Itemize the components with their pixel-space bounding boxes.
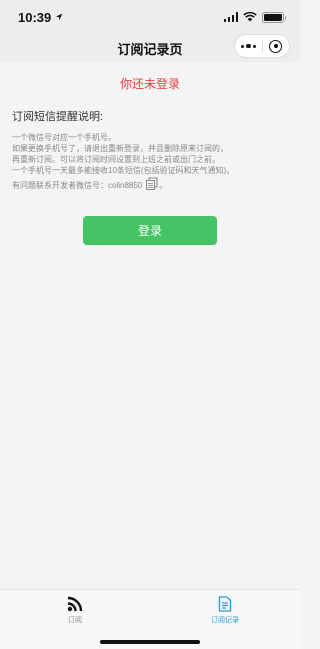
- copy-icon[interactable]: [145, 177, 159, 194]
- notice-title: 订阅短信提醒说明:: [12, 111, 104, 123]
- home-indicator[interactable]: [100, 640, 200, 644]
- battery-icon: [262, 11, 286, 23]
- contact-suffix: 。: [159, 181, 168, 190]
- document-icon: [218, 596, 232, 612]
- more-button[interactable]: [235, 35, 262, 57]
- miniprogram-capsule: [234, 34, 290, 58]
- close-button[interactable]: [263, 35, 290, 57]
- notice-line: 再重新订阅。可以将订阅时间设置到上班之前或出门之前。: [12, 155, 220, 164]
- more-icon: [241, 43, 256, 49]
- wifi-icon: [243, 12, 257, 22]
- time-text: 10:39: [18, 9, 52, 25]
- login-button[interactable]: 登录: [83, 216, 217, 245]
- nav-bar: 订阅记录页: [0, 34, 300, 62]
- notice-section: 订阅短信提醒说明: 一个微信号对应一个手机号。 如果更换手机号了，请退出重新登录…: [0, 108, 300, 194]
- page-title: 订阅记录页: [117, 41, 183, 57]
- status-bar: 10:39: [0, 0, 300, 34]
- status-icons: [223, 11, 286, 23]
- location-arrow-icon: [56, 13, 63, 21]
- login-warning: 你还未登录: [119, 77, 180, 91]
- contact-line: 有问题联系开发者微信号：colin8850 。: [12, 177, 288, 194]
- notice-line: 一个手机号一天最多能接收10条短信(包括验证码和天气通知)。: [12, 166, 235, 175]
- status-time: 10:39: [18, 10, 63, 25]
- close-target-icon: [269, 39, 283, 53]
- signal-icon: [223, 12, 238, 22]
- tab-label: 订阅记录: [211, 617, 239, 624]
- tab-label: 订阅: [68, 617, 82, 624]
- notice-line: 一个微信号对应一个手机号。: [12, 133, 116, 142]
- main-content: 你还未登录 订阅短信提醒说明: 一个微信号对应一个手机号。 如果更换手机号了，请…: [0, 62, 300, 245]
- rss-feed-icon: [67, 596, 83, 612]
- notice-line: 如果更换手机号了，请退出重新登录，并且删除原来订阅的，: [12, 144, 228, 153]
- contact-text: 有问题联系开发者微信号：colin8850: [12, 181, 143, 190]
